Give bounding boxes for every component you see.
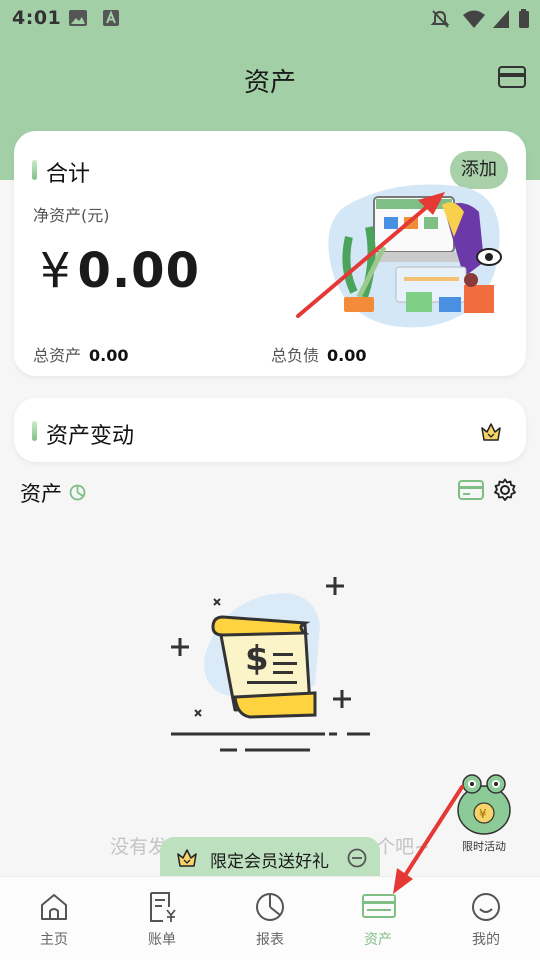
settings-gear-icon[interactable]: [493, 478, 517, 502]
page-title: 资产: [243, 68, 296, 98]
status-bar: 4:01: [0, 0, 540, 36]
tab-bills[interactable]: 账单: [108, 877, 216, 960]
net-assets-value: 0.00: [77, 243, 200, 299]
shopping-illustration: [328, 184, 502, 328]
total-assets-label: 总资产: [33, 346, 82, 365]
tab-reports[interactable]: 报表: [216, 877, 324, 960]
bottom-tab-bar: 主页 账单 报表 资产 我的: [0, 876, 540, 960]
crown-icon: [177, 849, 197, 867]
summary-card: 合计 添加 净资产(元) ¥0.00 总资产 0.00 总负债 0.00: [14, 131, 526, 376]
total-assets-value: 0.00: [89, 346, 129, 365]
promo-label: 限定会员送好礼: [210, 852, 329, 872]
mute-icon: [430, 10, 450, 28]
status-time: 4:01: [12, 7, 62, 29]
title-bar: 资产: [0, 56, 540, 102]
net-assets-label: 净资产(元): [33, 206, 110, 225]
mascot-label: 限时活动: [462, 840, 506, 853]
battery-icon: [519, 9, 529, 28]
font-notification-icon: [103, 10, 119, 26]
currency-symbol: ¥: [40, 243, 72, 299]
wifi-icon: [463, 10, 485, 28]
home-icon: [41, 894, 67, 920]
tab-mine-label: 我的: [472, 932, 500, 948]
vip-promo-banner[interactable]: 限定会员送好礼: [160, 837, 380, 879]
svg-text:¥: ¥: [479, 807, 487, 821]
pie-chart-icon[interactable]: [69, 484, 86, 501]
wallet-card-icon: [362, 894, 396, 918]
tab-assets[interactable]: 资产: [324, 877, 432, 960]
tab-home[interactable]: 主页: [0, 877, 108, 960]
collapse-minus-icon[interactable]: [347, 848, 367, 868]
image-notification-icon: [69, 10, 87, 26]
summary-title: 合计: [46, 162, 91, 187]
svg-text:$: $: [245, 639, 269, 679]
crown-icon[interactable]: [480, 422, 502, 442]
net-assets-amount: ¥0.00: [40, 243, 200, 299]
signal-icon: [493, 10, 509, 28]
frog-mascot-icon: ¥: [457, 774, 511, 835]
tab-assets-label: 资产: [364, 932, 392, 948]
bill-icon: [150, 892, 176, 922]
smile-icon: [472, 893, 500, 921]
asset-changes-title: 资产变动: [46, 424, 135, 449]
tab-home-label: 主页: [40, 932, 68, 948]
total-liabilities: 总负债 0.00: [271, 342, 367, 366]
card-icon[interactable]: [498, 66, 526, 88]
limited-activity-mascot[interactable]: ¥ 限时活动: [452, 768, 516, 858]
tab-mine[interactable]: 我的: [432, 877, 540, 960]
tab-bills-label: 账单: [148, 932, 176, 948]
asset-changes-card[interactable]: 资产变动: [14, 398, 526, 462]
tab-reports-label: 报表: [256, 932, 284, 948]
title-accent-bar: [32, 160, 37, 180]
total-liabilities-label: 总负债: [271, 346, 320, 365]
empty-receipt-illustration: $: [171, 577, 370, 752]
total-assets: 总资产 0.00: [33, 342, 129, 366]
title-accent-bar: [32, 421, 37, 441]
assets-section-title: 资产: [20, 482, 62, 506]
total-liabilities-value: 0.00: [327, 346, 367, 365]
pie-chart-icon: [256, 893, 284, 921]
account-card-icon[interactable]: [458, 480, 484, 500]
